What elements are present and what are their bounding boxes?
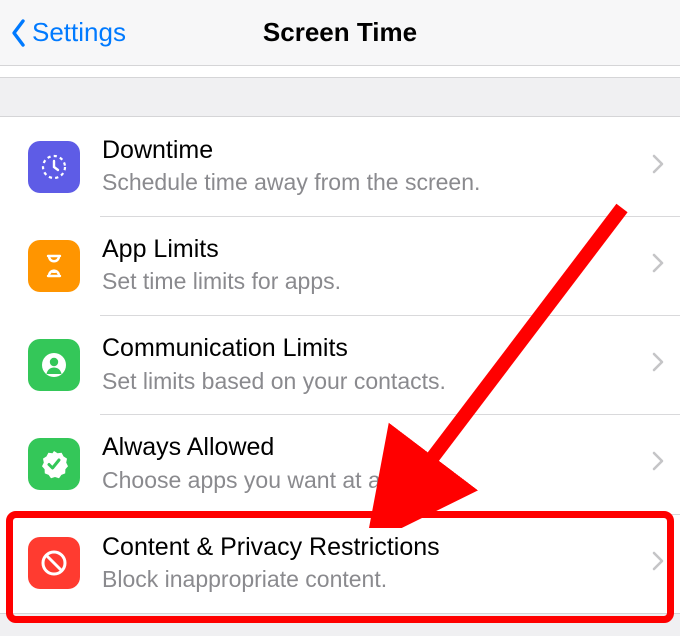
row-texts: App Limits Set time limits for apps. bbox=[102, 234, 642, 297]
check-badge-icon bbox=[28, 438, 80, 490]
chevron-right-icon bbox=[652, 551, 664, 576]
back-label: Settings bbox=[32, 17, 126, 48]
row-sub: Choose apps you want at all times. bbox=[102, 466, 642, 496]
section-tail bbox=[0, 66, 680, 78]
row-sub: Block inappropriate content. bbox=[102, 565, 642, 595]
page-title: Screen Time bbox=[263, 17, 417, 48]
section-gap bbox=[0, 78, 680, 116]
row-downtime[interactable]: Downtime Schedule time away from the scr… bbox=[0, 117, 680, 216]
row-texts: Downtime Schedule time away from the scr… bbox=[102, 135, 642, 198]
settings-list: Downtime Schedule time away from the scr… bbox=[0, 116, 680, 614]
row-label: Downtime bbox=[102, 135, 642, 166]
contact-icon bbox=[28, 339, 80, 391]
row-label: Always Allowed bbox=[102, 432, 642, 463]
hourglass-icon bbox=[28, 240, 80, 292]
row-label: App Limits bbox=[102, 234, 642, 265]
row-communication-limits[interactable]: Communication Limits Set limits based on… bbox=[0, 315, 680, 414]
chevron-right-icon bbox=[652, 154, 664, 179]
downtime-icon bbox=[28, 141, 80, 193]
no-entry-icon bbox=[28, 537, 80, 589]
back-button[interactable]: Settings bbox=[0, 17, 126, 48]
row-always-allowed[interactable]: Always Allowed Choose apps you want at a… bbox=[0, 414, 680, 513]
row-texts: Always Allowed Choose apps you want at a… bbox=[102, 432, 642, 495]
row-sub: Schedule time away from the screen. bbox=[102, 168, 642, 198]
row-content-privacy[interactable]: Content & Privacy Restrictions Block ina… bbox=[0, 514, 680, 613]
row-label: Content & Privacy Restrictions bbox=[102, 532, 642, 563]
chevron-right-icon bbox=[652, 451, 664, 476]
row-label: Communication Limits bbox=[102, 333, 642, 364]
chevron-left-icon bbox=[10, 18, 28, 48]
row-texts: Communication Limits Set limits based on… bbox=[102, 333, 642, 396]
row-sub: Set time limits for apps. bbox=[102, 267, 642, 297]
chevron-right-icon bbox=[652, 352, 664, 377]
nav-header: Settings Screen Time bbox=[0, 0, 680, 66]
row-texts: Content & Privacy Restrictions Block ina… bbox=[102, 532, 642, 595]
row-sub: Set limits based on your contacts. bbox=[102, 367, 642, 397]
chevron-right-icon bbox=[652, 253, 664, 278]
row-app-limits[interactable]: App Limits Set time limits for apps. bbox=[0, 216, 680, 315]
